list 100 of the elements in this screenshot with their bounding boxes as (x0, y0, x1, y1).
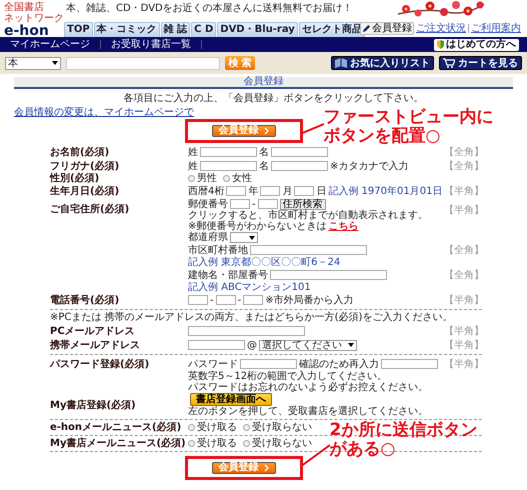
radio-label: 受け取らない (252, 438, 312, 449)
nav-tab[interactable]: TOP (64, 22, 93, 37)
form-title-bar: 会員登録 (14, 77, 513, 89)
note-text: ※市外局番から入力 (265, 294, 354, 306)
radio-button[interactable] (188, 424, 195, 431)
text-field[interactable] (294, 186, 314, 196)
shield-icon (437, 40, 444, 49)
width-hint: 【全角】 (444, 270, 484, 281)
example-text: 記入例 ABCマンション101 (188, 282, 311, 293)
annotation-text: がある○ (330, 440, 396, 459)
input-label: 確認のため再入力 (299, 358, 379, 370)
note-text: 左のボタンを押して、受取書店を選択してください。 (188, 406, 428, 417)
tagline: 本、雑誌、CD・DVDをお近くの本屋さんに送料無料でお届け！ (65, 2, 354, 15)
logo[interactable]: e-hon (4, 24, 49, 38)
field-label: 性別(必須) (50, 173, 100, 184)
help-link[interactable]: こちら (328, 221, 358, 232)
width-hint: 【半角】 (444, 359, 484, 370)
text-field[interactable] (260, 186, 280, 196)
example-text: 記入例 東京都〇〇区〇〇町6－24 (188, 257, 340, 268)
radio-button[interactable] (243, 424, 250, 431)
input-label: - (210, 294, 214, 306)
register-button[interactable]: 会員登録 (360, 22, 414, 34)
chevron-icon (264, 464, 268, 472)
radio-label: 男性 (197, 173, 217, 184)
width-hint: 【全角】 (444, 147, 484, 158)
nav-tab[interactable]: DVD・Blu-ray (217, 22, 298, 37)
input-label: 年 (248, 186, 258, 196)
text-field[interactable] (270, 270, 387, 280)
chevron-icon (264, 127, 268, 135)
field-label: 生年月日(必須) (50, 186, 120, 196)
width-hint: 【全角】 (444, 245, 484, 256)
book-icon (335, 58, 347, 68)
radio-button[interactable] (188, 440, 195, 447)
text-field[interactable] (271, 147, 328, 157)
search-field[interactable] (66, 56, 220, 70)
annotation-text: ボタンを配置○ (324, 127, 442, 146)
field-label: My書店登録(必須) (50, 400, 136, 410)
input-label: 市区町村番地 (188, 244, 248, 256)
text-field[interactable] (230, 199, 250, 209)
text-field[interactable] (216, 295, 236, 305)
input-label: 名 (259, 160, 269, 172)
note-text: ※郵便番号がわからないときは (188, 221, 326, 232)
category-dropdown[interactable]: 本 (5, 56, 61, 70)
nav-tab[interactable]: 本・コミック (94, 22, 160, 37)
favorites-button[interactable]: お気に入りリスト (331, 56, 434, 70)
radio-label: 受け取る (197, 422, 237, 433)
nav-link[interactable]: お受取り書店一覧 (109, 38, 201, 50)
text-field[interactable] (381, 359, 438, 369)
radio-button[interactable] (243, 440, 250, 447)
width-hint: 【半角】 (444, 295, 484, 306)
text-field[interactable] (200, 161, 257, 171)
input-label: 姓 (188, 146, 198, 158)
pencil-icon (362, 24, 371, 32)
input-label: - (238, 294, 242, 306)
field-label: e-honメールニュース(必須) (50, 422, 182, 433)
text-field[interactable] (200, 147, 257, 157)
input-label: 名 (259, 146, 269, 158)
radio-button[interactable] (188, 175, 195, 182)
text-field[interactable] (188, 340, 245, 350)
annotation-text: ファーストビュー内に (324, 108, 494, 127)
address-search-button[interactable]: 住所検索 (280, 198, 326, 210)
text-field[interactable] (226, 186, 246, 196)
nav-tab[interactable]: 雑 誌 (160, 22, 190, 37)
instruction-text: 各項目にご入力の上、「会員登録」ボタンをクリックして下さい。 (122, 93, 424, 105)
input-label: 建物名・部屋番号 (188, 270, 268, 280)
field-label: ご自宅住所(必須) (50, 204, 130, 215)
width-hint: 【半角】 (444, 326, 484, 337)
logo-caption: 全国書店 (4, 2, 44, 13)
cart-button[interactable]: カートを見る (439, 56, 522, 70)
input-label: @ (247, 340, 257, 350)
note-text: パスワードはお忘れのないよう必ずお控えください。 (188, 382, 428, 393)
dropdown[interactable] (230, 232, 258, 243)
text-field[interactable] (188, 295, 208, 305)
nav-tab[interactable]: C D (191, 22, 216, 37)
text-field[interactable] (240, 359, 297, 369)
dropdown[interactable]: 選択してください (259, 340, 357, 350)
text-field[interactable] (188, 326, 305, 336)
field-label: 電話番号(必須) (50, 294, 120, 306)
header-link[interactable]: ご利用案内 (471, 21, 521, 35)
header-link[interactable]: ご注文状況 (416, 21, 466, 35)
change-info-link[interactable]: 会員情報の変更は、マイホームページで (14, 107, 194, 118)
field-label: 携帯メールアドレス (50, 340, 140, 350)
input-label: パスワード (188, 358, 238, 370)
text-field[interactable] (258, 199, 278, 209)
shop-register-button[interactable]: 書店登録画面へ (190, 393, 272, 406)
input-label: 西暦4桁 (188, 186, 224, 196)
radio-button[interactable] (223, 175, 230, 182)
caret-icon (52, 61, 58, 65)
input-label: 月 (282, 186, 292, 196)
text-field[interactable] (271, 161, 328, 171)
field-label: パスワード登録(必須) (50, 358, 150, 370)
radio-label: 女性 (232, 173, 252, 184)
text-field[interactable] (243, 295, 264, 305)
field-label: フリガナ(必須) (50, 160, 120, 172)
nav-link[interactable]: マイホームページ (8, 38, 100, 50)
caret-icon (348, 343, 354, 347)
text-field[interactable] (250, 245, 367, 255)
input-label: 郵便番号 (188, 198, 228, 210)
first-time-button[interactable]: はじめての方へ (434, 38, 519, 50)
field-label: お名前(必須) (50, 146, 110, 158)
